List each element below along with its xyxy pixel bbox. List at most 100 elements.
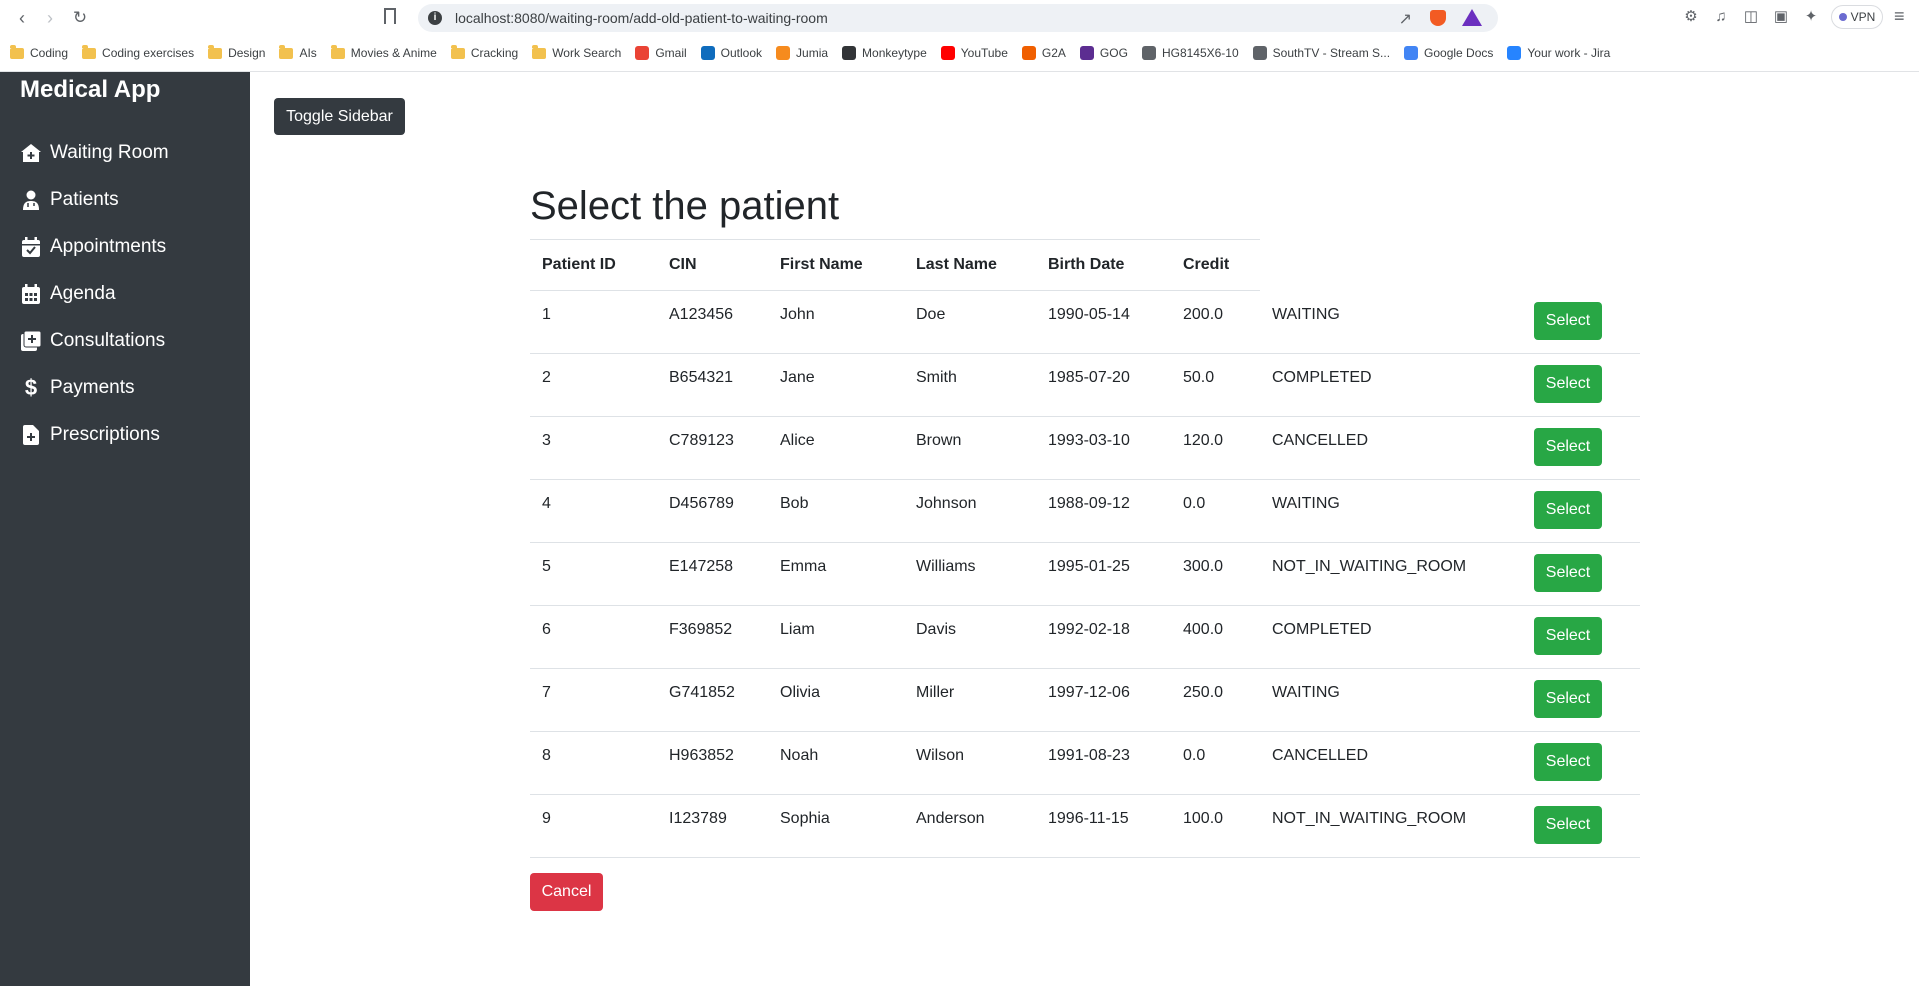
table-cell: Wilson bbox=[916, 747, 965, 764]
status-cell: CANCELLED bbox=[1272, 747, 1369, 764]
folder-icon bbox=[532, 44, 547, 59]
table-row: 8 H963852 Noah Wilson 1991-08-23 0.0 CANCELLED… bbox=[530, 731, 1640, 795]
table-row: 6 F369852 Liam Davis 1992-02-18 400.0 COMPLETE… bbox=[530, 605, 1640, 669]
status-cell: WAITING bbox=[1272, 684, 1340, 701]
sidebar-item-appointments[interactable]: Appointments bbox=[20, 232, 166, 262]
table-row: 3 C789123 Alice Brown 1993-03-10 120.0 CANCELL… bbox=[530, 416, 1640, 480]
bookmark-item[interactable]: SouthTV - Stream S... bbox=[1252, 46, 1390, 60]
youtube-icon bbox=[940, 46, 955, 60]
bookmark-item[interactable]: Gmail bbox=[635, 46, 687, 60]
table-cell: Smith bbox=[916, 369, 957, 386]
house-medical-icon bbox=[20, 142, 42, 164]
brave-shields-icon[interactable] bbox=[1430, 10, 1446, 26]
table-cell: C789123 bbox=[669, 432, 734, 449]
select-button[interactable]: Select bbox=[1534, 680, 1602, 718]
bookmark-item[interactable]: Work Search bbox=[532, 44, 621, 60]
table-cell: Olivia bbox=[780, 684, 821, 701]
bookmark-item[interactable]: YouTube bbox=[940, 46, 1008, 60]
sidebar-item-prescriptions[interactable]: Prescriptions bbox=[20, 420, 160, 450]
bookmark-item[interactable]: Coding exercises bbox=[82, 44, 194, 60]
table-cell: 8 bbox=[542, 747, 551, 764]
column-header: First Name bbox=[780, 256, 863, 273]
bookmark-item[interactable]: Design bbox=[208, 44, 265, 60]
browser-toolbar: ‹ › ↻ i localhost:8080/waiting-room/add-… bbox=[0, 0, 1919, 35]
bookmark-item[interactable]: Outlook bbox=[700, 46, 762, 60]
select-button[interactable]: Select bbox=[1534, 365, 1602, 403]
table-cell: 1985-07-20 bbox=[1048, 369, 1130, 386]
reload-icon[interactable]: ↻ bbox=[68, 6, 92, 30]
column-header: CIN bbox=[669, 256, 697, 273]
toggle-sidebar-button[interactable]: Toggle Sidebar bbox=[274, 98, 405, 135]
bookmark-label: Jumia bbox=[796, 46, 829, 60]
sidebar-item-consultations[interactable]: Consultations bbox=[20, 326, 165, 356]
sidebar-item-label: Prescriptions bbox=[50, 424, 160, 445]
table-row: 2 B654321 Jane Smith 1985-07-20 50.0 COMPLETED… bbox=[530, 353, 1640, 417]
extensions-icon[interactable]: ⚙ bbox=[1682, 8, 1700, 26]
monkeytype-icon bbox=[842, 46, 857, 60]
music-icon[interactable]: ♫ bbox=[1712, 8, 1730, 26]
sidebar-item-waiting-room[interactable]: Waiting Room bbox=[20, 138, 169, 168]
site-info-icon[interactable]: i bbox=[428, 11, 442, 25]
table-cell: Alice bbox=[780, 432, 815, 449]
select-button[interactable]: Select bbox=[1534, 743, 1602, 781]
bookmark-icon[interactable] bbox=[384, 8, 396, 24]
g2a-icon bbox=[1021, 46, 1036, 60]
file-medical-icon bbox=[20, 424, 42, 446]
sidebar-item-patients[interactable]: Patients bbox=[20, 185, 119, 215]
table-cell: 1988-09-12 bbox=[1048, 495, 1130, 512]
bookmark-label: AIs bbox=[299, 46, 317, 60]
wallet-icon[interactable]: ▣ bbox=[1772, 8, 1790, 26]
brave-rewards-icon[interactable] bbox=[1462, 9, 1482, 26]
select-button[interactable]: Select bbox=[1534, 617, 1602, 655]
select-button[interactable]: Select bbox=[1534, 806, 1602, 844]
column-header: Birth Date bbox=[1048, 256, 1125, 273]
sidebar-item-agenda[interactable]: Agenda bbox=[20, 279, 116, 309]
vpn-button[interactable]: VPN bbox=[1831, 5, 1883, 29]
sidebar-item-label: Consultations bbox=[50, 330, 166, 351]
address-bar[interactable]: i localhost:8080/waiting-room/add-old-pa… bbox=[418, 4, 1498, 32]
bookmark-item[interactable]: GOG bbox=[1079, 46, 1128, 60]
outlook-icon bbox=[700, 46, 715, 60]
jira-icon bbox=[1507, 46, 1522, 60]
bookmark-item[interactable]: Coding bbox=[10, 44, 69, 60]
brand-title: Medical App bbox=[20, 76, 161, 103]
column-header: Patient ID bbox=[542, 256, 616, 273]
bookmark-item[interactable]: Your work - Jira bbox=[1507, 46, 1610, 60]
bookmark-label: Your work - Jira bbox=[1527, 46, 1611, 60]
bookmark-item[interactable]: Cracking bbox=[450, 44, 518, 60]
menu-icon[interactable]: ≡ bbox=[1894, 6, 1905, 27]
bookmark-item[interactable]: Jumia bbox=[776, 46, 828, 60]
sidebar-item-payments[interactable]: $ Payments bbox=[20, 373, 135, 403]
status-cell: NOT_IN_WAITING_ROOM bbox=[1272, 810, 1467, 827]
table-cell: 0.0 bbox=[1183, 747, 1206, 764]
bookmark-label: Coding bbox=[30, 46, 69, 60]
back-icon[interactable]: ‹ bbox=[10, 6, 34, 30]
status-cell: COMPLETED bbox=[1272, 369, 1372, 386]
table-cell: 7 bbox=[542, 684, 551, 701]
select-button[interactable]: Select bbox=[1534, 491, 1602, 529]
table-cell: Noah bbox=[780, 747, 819, 764]
calendar-check-icon bbox=[20, 236, 42, 258]
url-text[interactable]: localhost:8080/waiting-room/add-old-pati… bbox=[455, 10, 828, 26]
forward-icon[interactable]: › bbox=[38, 6, 62, 30]
cancel-button[interactable]: Cancel bbox=[530, 873, 603, 911]
table-cell: Doe bbox=[916, 306, 946, 323]
share-icon[interactable]: ↗ bbox=[1399, 9, 1412, 29]
bookmark-item[interactable]: Google Docs bbox=[1404, 46, 1493, 60]
status-cell: COMPLETED bbox=[1272, 621, 1372, 638]
table-cell: Davis bbox=[916, 621, 957, 638]
table-cell: 300.0 bbox=[1183, 558, 1224, 575]
bookmark-item[interactable]: Movies & Anime bbox=[330, 44, 437, 60]
select-button[interactable]: Select bbox=[1534, 302, 1602, 340]
bookmark-item[interactable]: HG8145X6-10 bbox=[1141, 46, 1239, 60]
bookmark-item[interactable]: AIs bbox=[279, 44, 317, 60]
column-header: Credit bbox=[1183, 256, 1230, 273]
leo-ai-icon[interactable]: ✦ bbox=[1802, 8, 1820, 26]
sidebar: Medical App Waiting Room Patients Appoin… bbox=[0, 72, 250, 986]
select-button[interactable]: Select bbox=[1534, 428, 1602, 466]
docs-icon bbox=[1404, 46, 1419, 60]
select-button[interactable]: Select bbox=[1534, 554, 1602, 592]
sidebar-panel-icon[interactable]: ◫ bbox=[1742, 8, 1760, 26]
bookmark-item[interactable]: G2A bbox=[1021, 46, 1066, 60]
bookmark-item[interactable]: Monkeytype bbox=[842, 46, 927, 60]
